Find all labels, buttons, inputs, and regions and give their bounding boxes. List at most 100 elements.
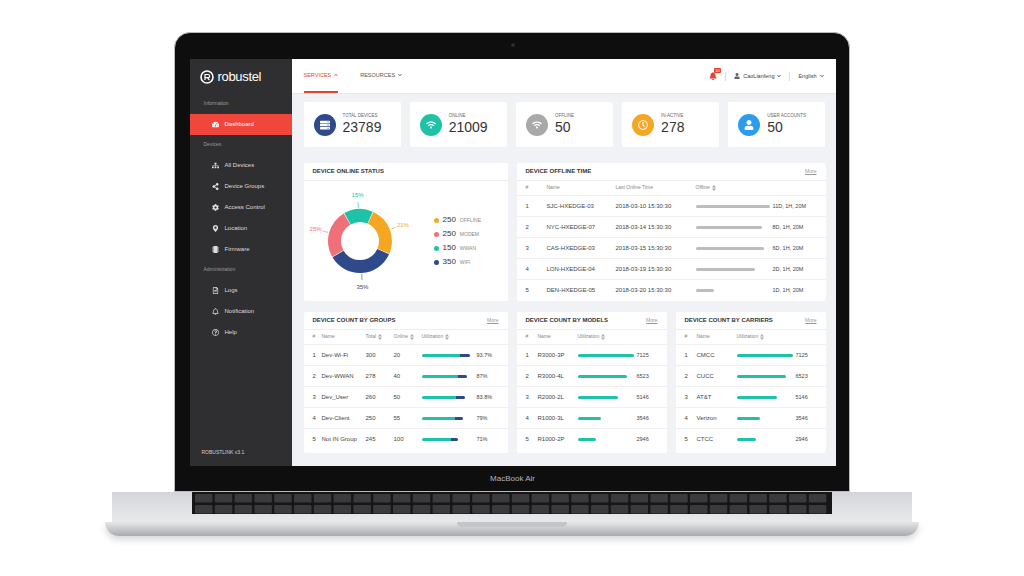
column-header[interactable]: Total — [366, 333, 394, 341]
legend-item[interactable]: 350WIFI — [434, 258, 481, 266]
stat-card[interactable]: TOTAL DEVICES23789 — [304, 102, 401, 147]
sidebar-item[interactable]: Help — [190, 322, 292, 343]
table-row[interactable]: 1Dev-Wi-Fi3002093.7% — [304, 344, 508, 365]
device-groups-icon — [212, 183, 219, 190]
section-label: Information — [190, 94, 292, 114]
offline-bar-fill — [696, 289, 715, 292]
sort-icon[interactable] — [445, 334, 449, 340]
donut-segment[interactable]: 15% — [344, 192, 372, 224]
stat-card[interactable]: USER ACCOUNTS50 — [728, 102, 825, 147]
more-link[interactable]: More — [805, 168, 816, 176]
more-link[interactable]: More — [805, 317, 816, 325]
chart-legend: 250OFFLINE 250MODEM 150WWAN 350WIFI — [428, 216, 481, 266]
utilization-bar-fill — [422, 438, 459, 441]
nav-tab[interactable]: SERVICES — [304, 59, 339, 93]
table-row[interactable]: 4LON-HXEDGE-042018-03-19 15:30:302D, 1H,… — [517, 258, 826, 279]
table-row[interactable]: 3R2000-2L5146 — [517, 386, 667, 407]
sort-icon[interactable] — [601, 334, 605, 340]
table-row[interactable]: 4R1000-3L3546 — [517, 407, 667, 428]
table-row[interactable]: 3AT&T5146 — [676, 386, 826, 407]
table-row[interactable]: 2CUCC6523 — [676, 365, 826, 386]
sidebar-item[interactable]: Logs — [190, 280, 292, 301]
notification-button[interactable]: 10 — [709, 72, 717, 80]
column-header[interactable]: Utilization — [578, 333, 658, 341]
sidebar-item[interactable]: Dashboard — [190, 114, 292, 135]
nav-tab[interactable]: RESOURCES — [360, 59, 402, 93]
logo[interactable]: robustel — [190, 59, 292, 94]
table-row[interactable]: 5R1000-2P2946 — [517, 428, 667, 449]
count-bar-track — [578, 396, 634, 399]
bell-icon — [212, 308, 219, 315]
offline-bar-track — [696, 205, 770, 208]
count-bar-fill — [578, 354, 634, 357]
count-bar-fill — [578, 396, 618, 399]
table-row[interactable]: 1SJC-HXEDGE-032018-03-10 15:30:3011D, 1H… — [517, 195, 826, 216]
column-header: Name — [322, 333, 366, 341]
table-row[interactable]: 4Verizon3546 — [676, 407, 826, 428]
user-menu[interactable]: CaoLianfeng — [734, 72, 781, 80]
column-header[interactable]: Offline — [696, 184, 817, 192]
table-row[interactable]: 5Not IN Group24510071% — [304, 428, 508, 449]
top-bar: SERVICES RESOURCES 10 CaoLianfeng English — [292, 59, 836, 94]
donut-segment[interactable]: 35% — [332, 249, 389, 290]
legend-item[interactable]: 250MODEM — [434, 230, 481, 238]
offline-bar-track — [696, 268, 770, 271]
table-row[interactable]: 5DEN-HXEDGE-052018-03-20 15:30:301D, 1H,… — [517, 279, 826, 300]
utilization-bar-fill — [422, 417, 463, 420]
count-bar-fill — [737, 354, 793, 357]
language-menu[interactable]: English — [798, 72, 823, 80]
offline-bar-track — [696, 247, 770, 250]
table-row[interactable]: 1R3000-3P7125 — [517, 344, 667, 365]
sidebar-item[interactable]: Device Groups — [190, 176, 292, 197]
count-bar-fill — [737, 375, 786, 378]
table-row[interactable]: 1CMCC7125 — [676, 344, 826, 365]
sort-icon[interactable] — [712, 185, 716, 191]
card-title: DEVICE COUNT BY GROUPS — [313, 316, 396, 325]
sidebar-section: DevicesAll DevicesDevice GroupsAccess Co… — [190, 135, 292, 260]
dashboard-icon — [212, 121, 219, 128]
table-row[interactable]: 3Dev_User2605083.8% — [304, 386, 508, 407]
legend-item[interactable]: 250OFFLINE — [434, 216, 481, 224]
donut-segment[interactable]: 21% — [367, 212, 409, 254]
donut-segment[interactable]: 25% — [309, 213, 350, 256]
sidebar-item[interactable]: Firmware — [190, 239, 292, 260]
count-bar-track — [578, 417, 634, 420]
table-row[interactable]: 3CAS-HXEDGE-032018-03-15 15:30:306D, 1H,… — [517, 237, 826, 258]
sidebar-item[interactable]: Location — [190, 218, 292, 239]
sidebar-item[interactable]: Notification — [190, 301, 292, 322]
stat-card[interactable]: IN-ACTIVE278 — [622, 102, 719, 147]
count-bar-track — [737, 438, 793, 441]
stat-value: 23789 — [343, 119, 382, 137]
column-header[interactable]: Utilization — [737, 333, 817, 341]
chip-icon — [212, 246, 219, 253]
legend-item[interactable]: 150WWAN — [434, 244, 481, 252]
stat-value: 50 — [767, 119, 806, 137]
table-row[interactable]: 2R3000-4L6523 — [517, 365, 667, 386]
notification-badge: 10 — [714, 68, 720, 73]
sort-icon[interactable] — [410, 334, 414, 340]
column-header[interactable]: Online — [394, 333, 422, 341]
table-row[interactable]: 4Dev-Client2505579% — [304, 407, 508, 428]
sort-icon[interactable] — [378, 334, 382, 340]
table-row[interactable]: 5CTCC2946 — [676, 428, 826, 449]
sidebar-item[interactable]: All Devices — [190, 155, 292, 176]
card-header: DEVICE COUNT BY MODELSMore — [517, 312, 667, 330]
stat-card[interactable]: ONLINE21009 — [410, 102, 507, 147]
sort-icon[interactable] — [760, 334, 764, 340]
sidebar-item[interactable]: Access Control — [190, 197, 292, 218]
robustel-logo-icon — [200, 70, 214, 84]
card-header: DEVICE COUNT BY CARRIERSMore — [676, 312, 826, 330]
column-header[interactable]: Utilization — [422, 333, 499, 341]
stat-icon-circle — [526, 114, 548, 136]
offline-time-card: DEVICE OFFLINE TIMEMore#NameLast Online … — [517, 163, 826, 301]
stat-card[interactable]: OFFLINE50 — [516, 102, 613, 147]
table-row[interactable]: 2NYC-HXEDGE-072018-03-14 15:30:308D, 1H,… — [517, 216, 826, 237]
more-link[interactable]: More — [646, 317, 657, 325]
card-header: DEVICE OFFLINE TIMEMore — [517, 163, 826, 181]
column-header: Name — [697, 333, 737, 341]
file-icon — [212, 287, 219, 294]
table-row[interactable]: 2Dev-WWAN2784087% — [304, 365, 508, 386]
more-link[interactable]: More — [487, 317, 498, 325]
count-bar-track — [737, 396, 793, 399]
sidebar-section: InformationDashboard — [190, 94, 292, 135]
